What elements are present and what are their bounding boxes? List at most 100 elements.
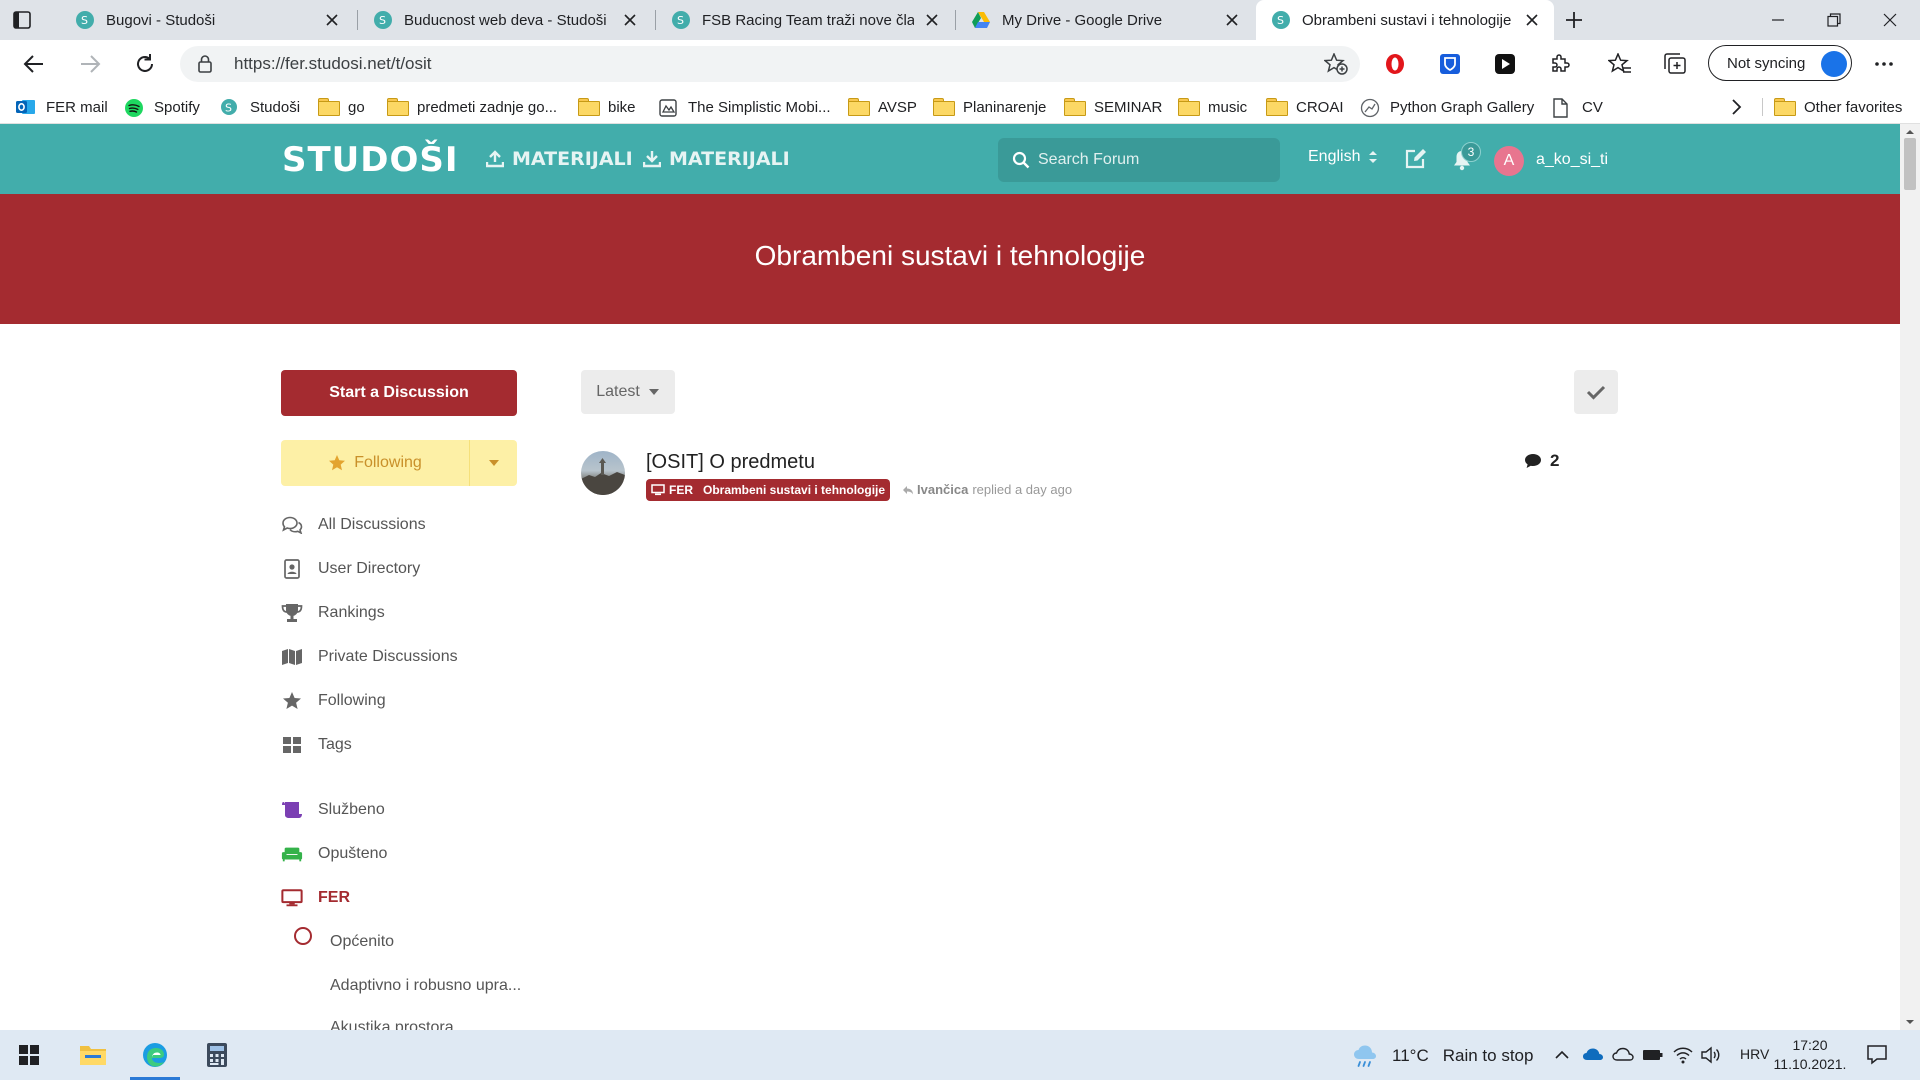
- discussion-tag-badge[interactable]: FER Obrambeni sustavi i tehnologije: [646, 479, 891, 501]
- bookmark-item[interactable]: SEMINAR: [1064, 96, 1162, 118]
- start-discussion-button[interactable]: Start a Discussion: [281, 370, 517, 416]
- nav-rankings[interactable]: Rankings: [281, 601, 385, 625]
- bookmark-item[interactable]: FER mail: [16, 96, 108, 118]
- site-logo[interactable]: STUDOŠI: [282, 140, 459, 180]
- forward-icon[interactable]: [76, 50, 104, 78]
- bookmark-item[interactable]: Planinarenje: [933, 96, 1046, 118]
- tag-child: Obrambeni sustavi i tehnologije: [703, 483, 886, 497]
- calculator-icon[interactable]: [188, 1030, 246, 1080]
- bitwarden-extension-icon[interactable]: [1438, 52, 1462, 76]
- bookmarks-overflow-icon[interactable]: [1730, 96, 1742, 118]
- scrollbar-thumb[interactable]: [1904, 138, 1916, 190]
- cloud-icon[interactable]: [1612, 1045, 1634, 1065]
- opera-extension-icon[interactable]: [1383, 52, 1407, 76]
- close-tab-icon[interactable]: [924, 12, 940, 28]
- close-tab-icon[interactable]: [324, 12, 340, 28]
- discussion-title[interactable]: [OSIT] O predmetu: [646, 451, 815, 474]
- back-icon[interactable]: [20, 50, 48, 78]
- folder-icon: [1774, 98, 1794, 116]
- subtag-item[interactable]: Akustika prostora: [330, 1016, 454, 1030]
- more-options-icon[interactable]: [1872, 52, 1896, 76]
- discussion-author-avatar[interactable]: [581, 451, 625, 495]
- show-hidden-icons-icon[interactable]: [1552, 1045, 1572, 1065]
- lock-icon[interactable]: [198, 55, 212, 73]
- bookmark-item[interactable]: Python Graph Gallery: [1360, 96, 1534, 118]
- profile-sync-button[interactable]: Not syncing: [1708, 45, 1852, 81]
- refresh-icon[interactable]: [131, 50, 159, 78]
- bookmark-item[interactable]: music: [1178, 96, 1247, 118]
- favorites-icon[interactable]: [1608, 52, 1632, 76]
- bookmark-item[interactable]: S Studoši: [220, 96, 300, 118]
- bookmark-item[interactable]: The Simplistic Mobi...: [658, 96, 831, 118]
- caret-down-icon: [648, 389, 659, 395]
- close-tab-icon[interactable]: [1524, 12, 1540, 28]
- browser-tab[interactable]: S FSB Racing Team traži nove članove: [656, 0, 954, 40]
- nav-user-directory[interactable]: User Directory: [281, 557, 420, 581]
- bookmark-item[interactable]: AVSP: [848, 96, 917, 118]
- caret-down-icon[interactable]: [470, 440, 517, 486]
- url-text[interactable]: https://fer.studosi.net/t/osit: [234, 54, 432, 74]
- browser-tab[interactable]: S Bugovi - Studoši: [60, 0, 354, 40]
- other-favorites[interactable]: Other favorites: [1774, 96, 1902, 118]
- file-explorer-icon[interactable]: [64, 1030, 122, 1080]
- tab-actions-icon[interactable]: [10, 8, 50, 32]
- nav-private-discussions[interactable]: Private Discussions: [281, 645, 458, 669]
- username-link[interactable]: a_ko_si_ti: [1536, 151, 1608, 169]
- last-reply-user[interactable]: Ivančica: [917, 482, 968, 497]
- upload-materials-link[interactable]: MATERIJALI: [486, 148, 633, 170]
- new-tab-icon[interactable]: [1562, 8, 1586, 32]
- scroll-up-icon[interactable]: [1900, 126, 1920, 138]
- nav-all-discussions[interactable]: All Discussions: [281, 513, 426, 537]
- system-clock[interactable]: 17:20 11.10.2021.: [1772, 1036, 1848, 1074]
- browser-tab-active[interactable]: S Obrambeni sustavi i tehnologije: [1256, 0, 1554, 40]
- extensions-icon[interactable]: [1548, 52, 1572, 76]
- bookmark-item[interactable]: bike: [578, 96, 636, 118]
- onedrive-icon[interactable]: [1582, 1045, 1603, 1065]
- close-tab-icon[interactable]: [622, 12, 638, 28]
- volume-icon[interactable]: [1700, 1045, 1720, 1065]
- nav-tags[interactable]: Tags: [281, 733, 352, 757]
- windows-start-icon[interactable]: [0, 1030, 58, 1080]
- weather-widget[interactable]: 11°C Rain to stop: [1352, 1044, 1533, 1068]
- forum-search[interactable]: [998, 138, 1280, 182]
- following-toggle[interactable]: Following: [281, 440, 470, 486]
- search-input[interactable]: [1038, 138, 1268, 182]
- restore-icon[interactable]: [1806, 0, 1862, 40]
- notification-center-icon[interactable]: [1866, 1044, 1888, 1066]
- download-materials-link[interactable]: MATERIJALI: [643, 148, 790, 170]
- edge-browser-icon[interactable]: [126, 1030, 184, 1080]
- bookmark-item[interactable]: predmeti zadnje go...: [387, 96, 557, 118]
- video-extension-icon[interactable]: [1493, 52, 1517, 76]
- close-tab-icon[interactable]: [1224, 12, 1240, 28]
- wifi-icon[interactable]: [1672, 1045, 1693, 1065]
- browser-tab[interactable]: My Drive - Google Drive: [956, 0, 1254, 40]
- page-scrollbar[interactable]: [1900, 124, 1920, 1030]
- subtag-item[interactable]: Adaptivno i robusno upra...: [330, 974, 521, 998]
- collections-icon[interactable]: [1663, 52, 1687, 76]
- subtag-opcenito[interactable]: Općenito: [330, 930, 394, 954]
- bookmark-item[interactable]: CROAI: [1266, 96, 1344, 118]
- bookmark-item[interactable]: go: [318, 96, 365, 118]
- tag-sluzbeno[interactable]: Službeno: [281, 798, 385, 822]
- browser-tab[interactable]: S Buducnost web deva - Studoši: [358, 0, 652, 40]
- following-button[interactable]: Following: [281, 440, 517, 486]
- minimize-icon[interactable]: [1750, 0, 1806, 40]
- mark-all-read-button[interactable]: [1574, 370, 1618, 414]
- close-window-icon[interactable]: [1862, 0, 1918, 40]
- tag-fer[interactable]: FER: [281, 886, 350, 910]
- bookmark-item[interactable]: CV: [1552, 96, 1603, 118]
- language-selector[interactable]: English: [1308, 148, 1378, 166]
- address-bar[interactable]: https://fer.studosi.net/t/osit: [180, 46, 1360, 82]
- nav-following[interactable]: Following: [281, 689, 386, 713]
- compose-icon[interactable]: [1404, 146, 1430, 172]
- tag-label: Opušteno: [318, 845, 388, 862]
- add-favorite-icon[interactable]: [1324, 53, 1348, 75]
- user-avatar[interactable]: A: [1494, 146, 1524, 176]
- scroll-down-icon[interactable]: [1900, 1016, 1920, 1028]
- tag-opusteno[interactable]: Opušteno: [281, 842, 387, 866]
- battery-icon[interactable]: [1642, 1045, 1663, 1065]
- sort-dropdown[interactable]: Latest: [581, 370, 675, 414]
- input-language[interactable]: HRV: [1740, 1046, 1769, 1062]
- bookmark-item[interactable]: Spotify: [124, 96, 200, 118]
- bookmarks-divider: [1762, 98, 1763, 116]
